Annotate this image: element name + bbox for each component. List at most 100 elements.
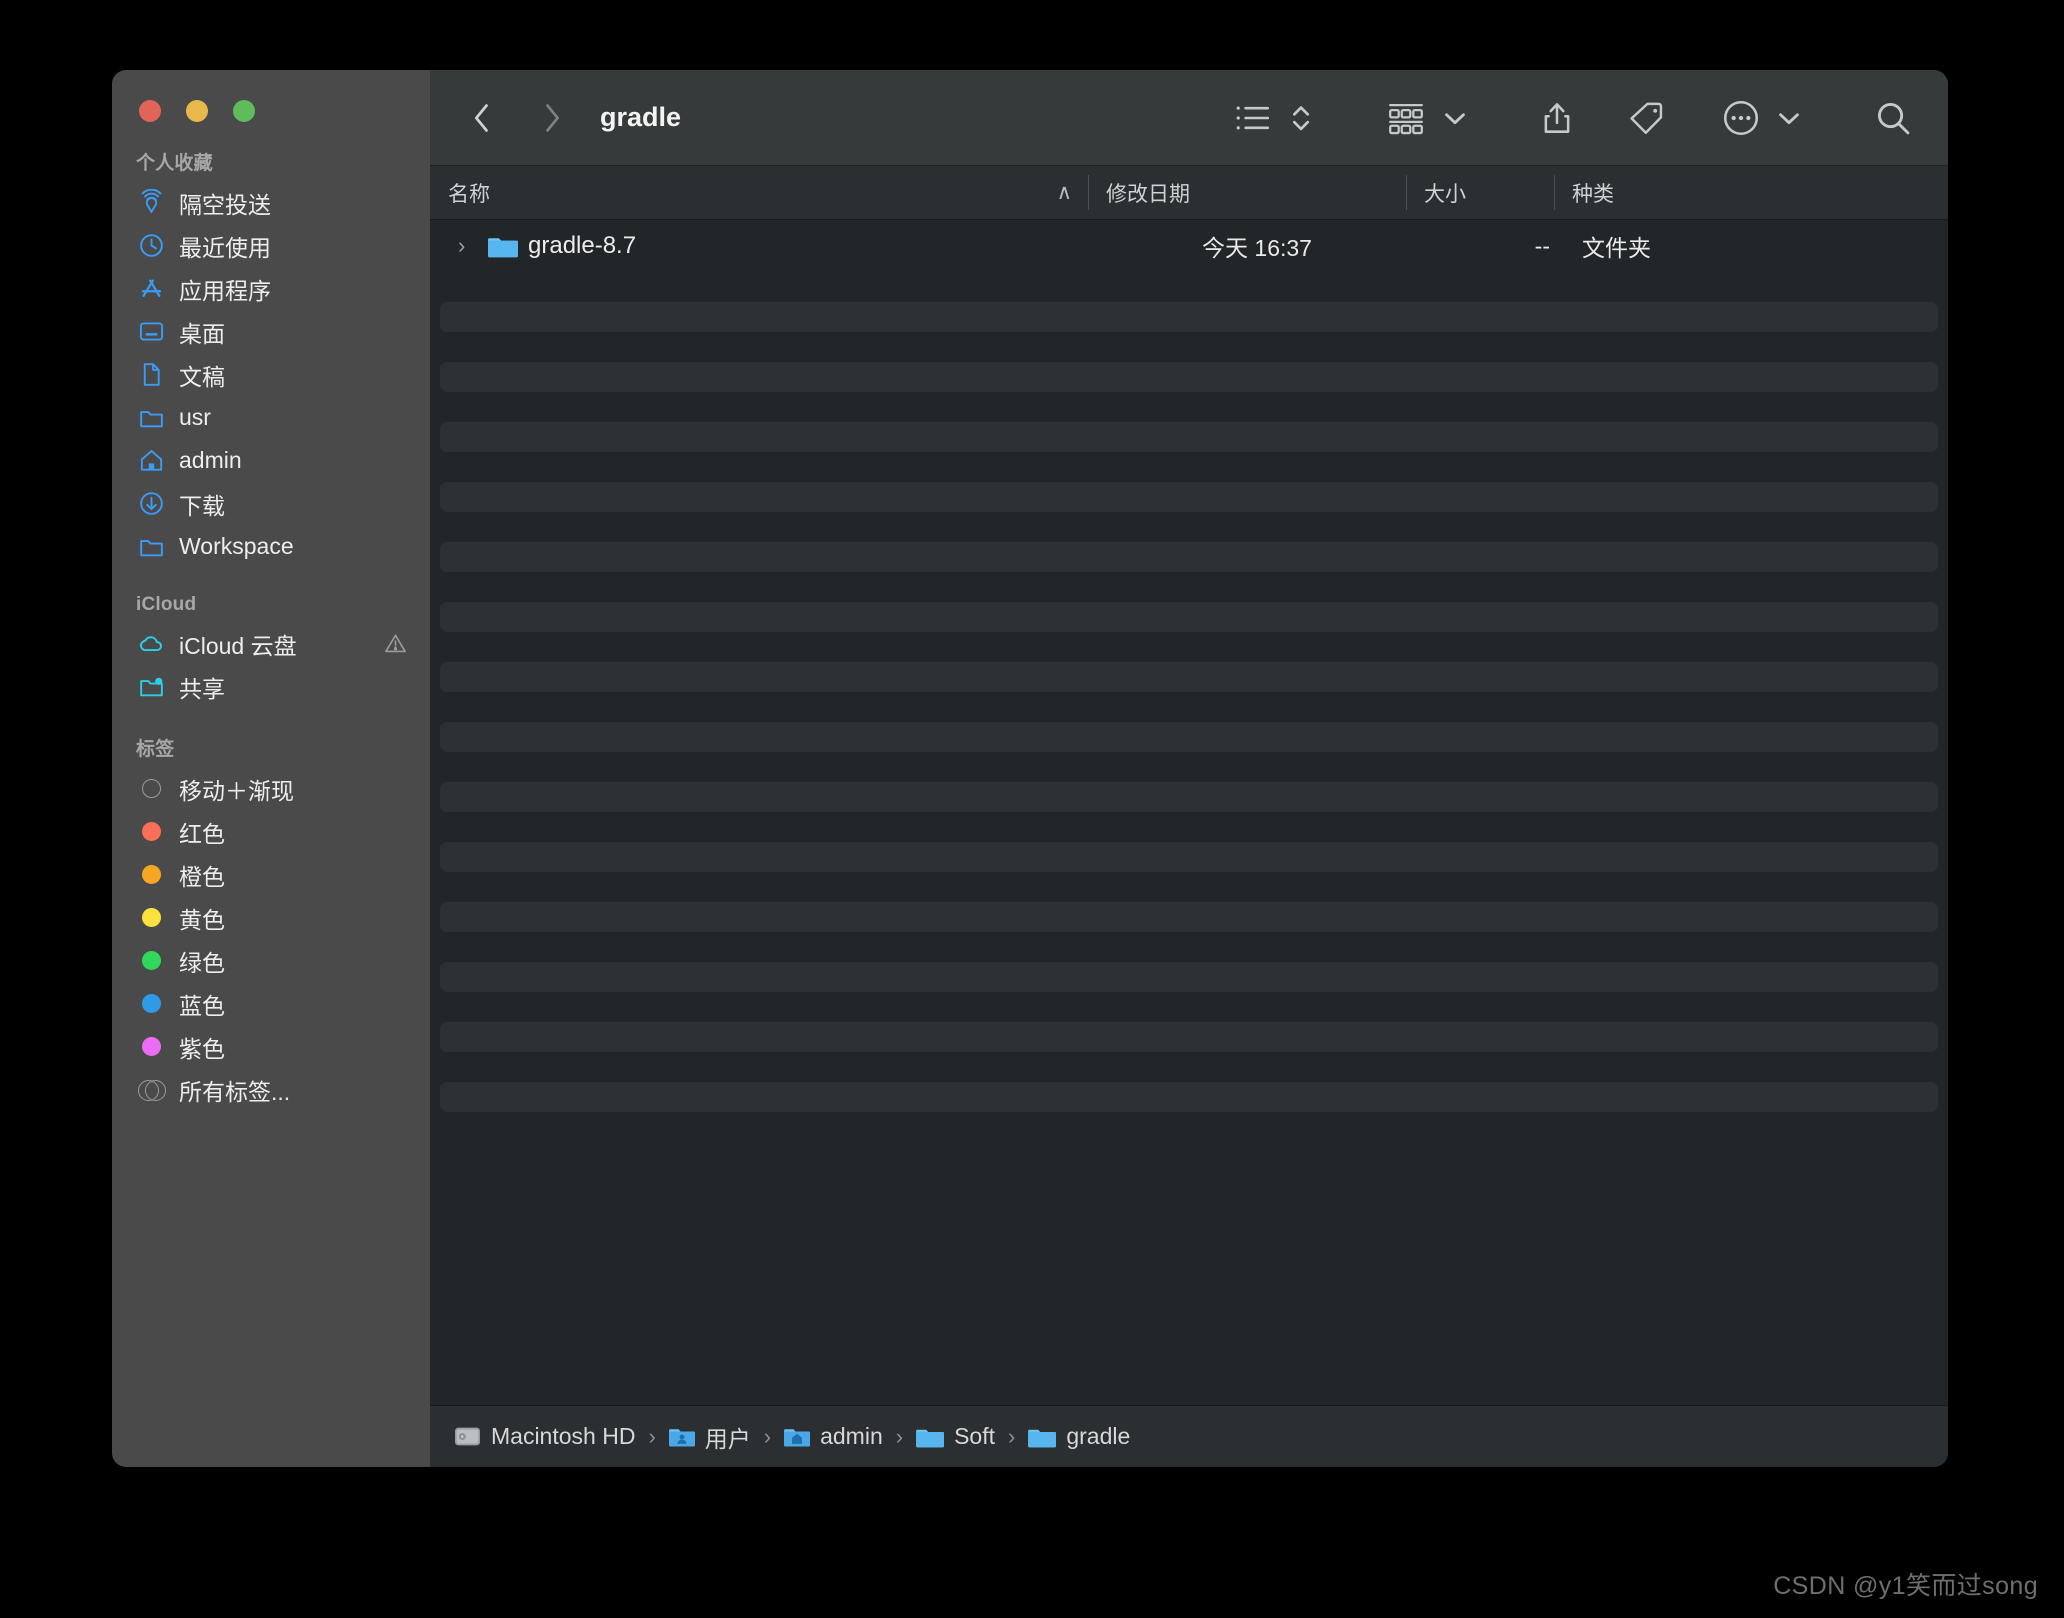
empty-row-stripe	[440, 482, 1938, 512]
sidebar-item-recents[interactable]: 最近使用	[112, 224, 430, 267]
tag-dot-icon	[137, 990, 165, 1018]
share-button[interactable]	[1532, 95, 1582, 141]
folder-icon	[488, 233, 518, 259]
table-row[interactable]: › gradle-8.7 今天 16:37 -- 文件夹	[440, 220, 1938, 272]
back-button[interactable]	[460, 96, 504, 140]
breadcrumb: Macintosh HD › 用户 › admin › Soft › gradl…	[430, 1405, 1948, 1467]
column-header-label: 修改日期	[1106, 182, 1190, 206]
watermark: CSDN @y1笑而过song	[1773, 1572, 2038, 1600]
sidebar-item-shared[interactable]: 共享	[112, 665, 430, 708]
users-folder-icon	[668, 1425, 695, 1449]
breadcrumb-item-macintosh-hd[interactable]: Macintosh HD	[454, 1423, 635, 1450]
breadcrumb-item-users[interactable]: 用户	[668, 1420, 751, 1454]
column-header-label: 名称	[448, 182, 490, 206]
sidebar-item-tag-move-fade[interactable]: 移动＋渐现	[112, 767, 430, 810]
chevron-down-icon[interactable]	[1434, 95, 1476, 141]
sidebar-item-admin[interactable]: admin	[112, 439, 430, 482]
sidebar-item-label: 黄色	[179, 906, 225, 933]
empty-row	[440, 752, 1938, 782]
file-list[interactable]: › gradle-8.7 今天 16:37 -- 文件夹	[430, 220, 1948, 1405]
sidebar-item-airdrop[interactable]: 隔空投送	[112, 181, 430, 224]
group-by-button[interactable]	[1378, 95, 1434, 141]
empty-row-stripe	[440, 662, 1938, 692]
sort-ascending-icon: ∧	[1056, 181, 1072, 204]
search-button[interactable]	[1866, 95, 1920, 141]
breadcrumb-label: admin	[820, 1423, 883, 1449]
sort-stepper-button[interactable]	[1280, 95, 1322, 141]
sidebar-section-icloud-header: iCloud	[136, 594, 197, 615]
sidebar-item-tag-orange[interactable]: 橙色	[112, 853, 430, 896]
shared-folder-icon	[137, 673, 165, 701]
empty-row	[440, 512, 1938, 542]
close-window-button[interactable]	[139, 100, 161, 122]
file-size-cell: --	[1534, 232, 1550, 259]
forward-button[interactable]	[530, 96, 574, 140]
tag-dot-icon	[137, 818, 165, 846]
toolbar: gradle	[430, 70, 1948, 166]
sidebar-item-tag-purple[interactable]: 紫色	[112, 1025, 430, 1068]
breadcrumb-label: gradle	[1066, 1423, 1131, 1449]
empty-row-stripe	[440, 602, 1938, 632]
empty-row-stripe	[440, 902, 1938, 932]
minimize-window-button[interactable]	[186, 100, 208, 122]
view-list-button[interactable]	[1226, 95, 1280, 141]
empty-row	[440, 272, 1938, 302]
disclosure-triangle-icon[interactable]: ›	[458, 233, 478, 259]
sidebar-item-icloud-drive[interactable]: iCloud 云盘	[112, 622, 430, 665]
sidebar-section-tags-header: 标签	[136, 739, 175, 760]
breadcrumb-item-gradle[interactable]: gradle	[1028, 1423, 1130, 1450]
folder-icon	[137, 533, 165, 561]
maximize-window-button[interactable]	[233, 100, 255, 122]
sidebar-item-label: 最近使用	[179, 234, 271, 261]
sidebar-item-label: admin	[179, 447, 242, 473]
breadcrumb-item-admin[interactable]: admin	[784, 1423, 883, 1450]
sidebar-item-workspace[interactable]: Workspace	[112, 525, 430, 568]
folder-icon	[916, 1425, 945, 1449]
column-header-name[interactable]: 名称 ∧	[430, 166, 1088, 219]
column-headers: 名称 ∧ 修改日期 大小 种类	[430, 166, 1948, 220]
home-icon	[137, 447, 165, 475]
empty-row	[440, 452, 1938, 482]
sidebar-item-label: 橙色	[179, 863, 225, 890]
sidebar-item-desktop[interactable]: 桌面	[112, 310, 430, 353]
main-pane: gradle 名称 ∧ 修改日期 大小 种类 › gradle-8.7 今天 1…	[430, 70, 1948, 1467]
sidebar-item-label: Workspace	[179, 533, 294, 559]
sidebar-item-label: 桌面	[179, 320, 225, 347]
sidebar-item-label: 绿色	[179, 949, 225, 976]
folder-icon	[1028, 1425, 1057, 1449]
tag-button[interactable]	[1622, 95, 1674, 141]
sidebar-item-label: 隔空投送	[179, 191, 271, 218]
sidebar-item-tag-red[interactable]: 红色	[112, 810, 430, 853]
folder-icon	[137, 404, 165, 432]
sidebar-item-tag-green[interactable]: 绿色	[112, 939, 430, 982]
breadcrumb-item-soft[interactable]: Soft	[916, 1423, 995, 1450]
icloud-icon	[137, 630, 165, 658]
recents-clock-icon	[137, 232, 165, 260]
breadcrumb-separator: ›	[1008, 1423, 1016, 1449]
tag-dot-icon	[137, 861, 165, 889]
sidebar-item-all-tags[interactable]: 所有标签...	[112, 1068, 430, 1111]
traffic-lights	[112, 70, 430, 122]
warning-icon[interactable]	[383, 631, 408, 656]
empty-row-stripe	[440, 842, 1938, 872]
column-header-size[interactable]: 大小	[1406, 166, 1554, 219]
sidebar-item-tag-yellow[interactable]: 黄色	[112, 896, 430, 939]
file-date-cell: 今天 16:37	[1202, 235, 1312, 261]
page-title: gradle	[600, 102, 682, 132]
sidebar-item-downloads[interactable]: 下载	[112, 482, 430, 525]
documents-icon	[137, 361, 165, 389]
sidebar-item-documents[interactable]: 文稿	[112, 353, 430, 396]
sidebar-item-usr[interactable]: usr	[112, 396, 430, 439]
more-options-button[interactable]	[1714, 95, 1768, 141]
empty-row	[440, 872, 1938, 902]
empty-row-stripe	[440, 302, 1938, 332]
empty-row-stripe	[440, 722, 1938, 752]
column-header-kind[interactable]: 种类	[1554, 166, 1948, 219]
sidebar-item-tag-blue[interactable]: 蓝色	[112, 982, 430, 1025]
empty-row-stripe	[440, 422, 1938, 452]
column-header-date[interactable]: 修改日期	[1088, 166, 1406, 219]
chevron-down-icon[interactable]	[1768, 95, 1810, 141]
breadcrumb-separator: ›	[763, 1423, 772, 1449]
sidebar-item-applications[interactable]: 应用程序	[112, 267, 430, 310]
sidebar-item-label: 下载	[179, 492, 225, 519]
